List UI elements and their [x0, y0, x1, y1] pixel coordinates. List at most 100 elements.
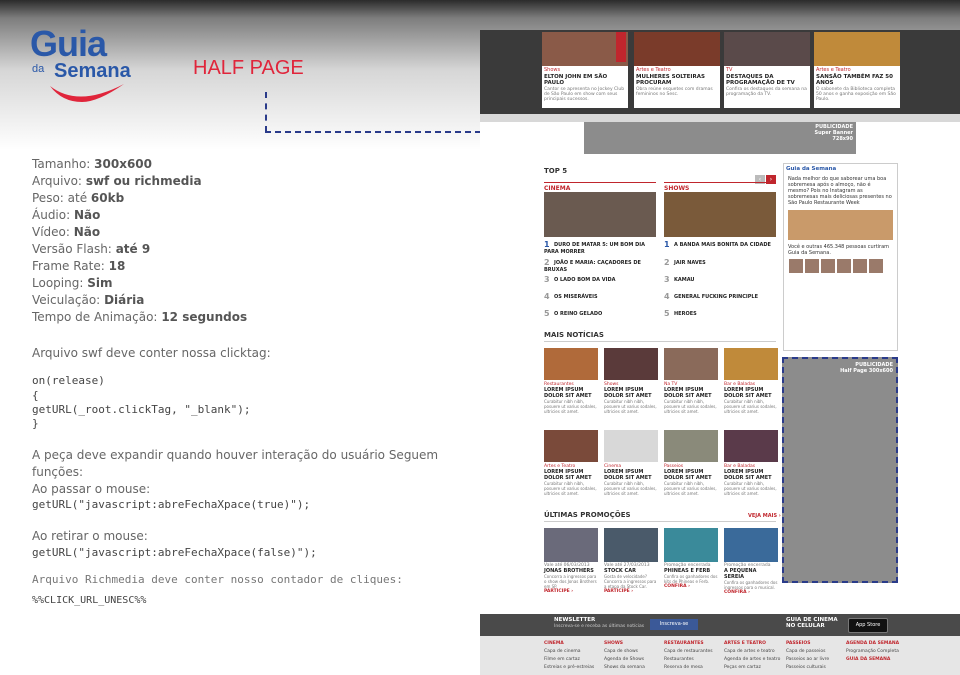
promo-headline: A PEQUENA SEREIA [724, 568, 757, 580]
spec-animation-time: Tempo de Animação: 12 segundos [32, 310, 248, 324]
cinema-rank-item[interactable]: 2 JOÃO E MARIA: CAÇADORES DE BRUXAS [544, 258, 656, 273]
promo-cta[interactable]: PARTICIPE › [604, 589, 658, 594]
news-body: Curabitur nibh nibh, posuere ut varius s… [664, 399, 717, 414]
expand-out-code: getURL("javascript:abreFechaXpace(false)… [32, 546, 317, 559]
news-card[interactable]: Shows LOREM IPSUM DOLOR SIT AMET Curabitur… [604, 348, 658, 414]
promo-card[interactable]: Vale até 06/03/2013 JONAS BROTHERS Concorr… [544, 528, 598, 594]
newsletter-title: NEWSLETTER [554, 617, 596, 623]
spec-size: Tamanho: 300x600 [32, 157, 153, 171]
top-card-category: Artes e Teatro [636, 67, 671, 73]
footer-column: CINEMA Capa de cinema Filme em cartaz Estre… [544, 641, 595, 670]
promo-body: Confira os ganhadores dos kits de Phinea… [664, 574, 718, 584]
expand-text: A peça deve expandir quando houver inter… [32, 448, 439, 462]
promo-card[interactable]: Promoção encerrada A PEQUENA SEREIA Confir… [724, 528, 778, 595]
news-card[interactable]: Bar e Baladas LOREM IPSUM DOLOR SIT AMET C… [724, 430, 778, 496]
cinema-rank-item[interactable]: 3O LADO BOM DA VIDA [544, 275, 656, 284]
promo-photo [604, 528, 658, 562]
top-card-body: O sabonete da Biblioteca completa 50 ano… [816, 87, 896, 102]
logo-da: da [32, 63, 45, 75]
promo-photo [724, 528, 778, 562]
news-headline: LOREM IPSUM DOLOR SIT AMET [604, 387, 652, 399]
app-store-badge[interactable]: App Store [848, 618, 888, 633]
fb-widget-post: Nada melhor do que saborear uma boa sobr… [788, 176, 892, 206]
connector-line [265, 92, 267, 132]
top-card-category: Artes e Teatro [816, 67, 851, 73]
top5-arrows[interactable]: ‹ › [754, 166, 776, 184]
footer-column: RESTAURANTES Capa de restaurantes Restaura… [664, 641, 713, 670]
newsletter-subtitle: Inscreva-se e receba as últimas notícias [554, 624, 645, 629]
news-headline: LOREM IPSUM DOLOR SIT AMET [544, 387, 592, 399]
share-icons[interactable] [616, 32, 626, 62]
cinema-rank-item[interactable]: 4 OS MISERÁVEIS [544, 292, 656, 301]
news-photo [604, 348, 658, 380]
promo-body: Concorra a ingressos para o show dos Jon… [544, 574, 597, 589]
code-line: } [32, 417, 39, 430]
top-card-photo [634, 32, 720, 66]
top-card-headline: SANSÃO TAMBÉM FAZ 50 ANOS [816, 74, 893, 86]
shows-rank-item[interactable]: 4 GENERAL FUCKING PRINCIPLE [664, 292, 776, 301]
shows-photo [664, 192, 776, 237]
news-body: Curabitur nibh nibh, posuere ut varius s… [604, 399, 657, 414]
shows-rank-item[interactable]: 1A BANDA MAIS BONITA DA CIDADE [664, 240, 776, 249]
news-body: Curabitur nibh nibh, posuere ut varius s… [544, 481, 597, 496]
facebook-widget[interactable]: Guia da Semana Nada melhor do que sabore… [783, 163, 898, 351]
news-photo [724, 430, 778, 462]
news-body: Curabitur nibh nibh, posuere ut varius s… [604, 481, 657, 496]
top-card[interactable]: TV DESTAQUES DA PROGRAMAÇÃO DE TV Confir… [724, 32, 810, 108]
spec-looping: Looping: Sim [32, 276, 113, 290]
site-mockup: Shows ELTON JOHN EM SÃO PAULO Cantor se … [480, 30, 960, 675]
promo-cta[interactable]: PARTICIPE › [544, 589, 598, 594]
news-photo [724, 348, 778, 380]
top-card-body: Confira os destaques da semana na progra… [726, 87, 807, 97]
top-card-category: Shows [544, 67, 561, 73]
footer-column: AGENDA DA SEMANA Programação Completa GUIA… [846, 641, 900, 662]
code-line: on(release) [32, 374, 105, 387]
guia-celular-title: GUIA DE CINEMA NO CELULAR [786, 617, 838, 629]
spec-weight: Peso: até 60kb [32, 191, 125, 205]
top5-cinema-heading: CINEMA [544, 182, 656, 192]
top-card-body: Obra reúne esquetes com dramas femininos… [636, 87, 713, 97]
top-card[interactable]: Artes e Teatro SANSÃO TAMBÉM FAZ 50 ANOS… [814, 32, 900, 108]
newsletter-subscribe-button[interactable]: Inscreva-se [650, 619, 698, 630]
news-headline: LOREM IPSUM DOLOR SIT AMET [724, 469, 772, 481]
news-card[interactable]: Na TV LOREM IPSUM DOLOR SIT AMET Curabitur… [664, 348, 718, 414]
top-card-headline: ELTON JOHN EM SÃO PAULO [544, 74, 608, 86]
news-photo [664, 430, 718, 462]
top-card-headline: DESTAQUES DA PROGRAMAÇÃO DE TV [726, 74, 795, 86]
news-photo [544, 430, 598, 462]
news-body: Curabitur nibh nibh, posuere ut varius s… [724, 481, 777, 496]
shows-rank-item[interactable]: 5 HEROES [664, 309, 776, 318]
spec-flash-version: Versão Flash: até 9 [32, 242, 151, 256]
shows-rank-item[interactable]: 3 KAMAU [664, 275, 776, 284]
promo-card[interactable]: Vale até 27/03/2013 STOCK CAR Gosta de vel… [604, 528, 658, 594]
promo-cta[interactable]: CONFIRA › [724, 590, 778, 595]
news-card[interactable]: Bar e Baladas LOREM IPSUM DOLOR SIT AMET C… [724, 348, 778, 414]
shows-rank-item[interactable]: 2 JAIR NAVES [664, 258, 776, 267]
cinema-rank-item[interactable]: 5O REINO GELADO [544, 309, 656, 318]
fb-faces [784, 258, 897, 278]
footer-column: SHOWS Capa de shows Agenda de Shows Shows d… [604, 641, 645, 670]
news-card[interactable]: Artes e Teatro LOREM IPSUM DOLOR SIT AMET… [544, 430, 598, 496]
promo-photo [544, 528, 598, 562]
expand-hover-code: getURL("javascript:abreFechaXpace(true)"… [32, 498, 311, 511]
spec-veiculacao: Veiculação: Diária [32, 293, 145, 307]
cinema-photo [544, 192, 656, 237]
clicktag-intro: Arquivo swf deve conter nossa clicktag: [32, 346, 271, 360]
top-card[interactable]: Artes e Teatro MULHERES SOLTEIRAS PROCUR… [634, 32, 720, 108]
promo-card[interactable]: Promoção encerrada PHINEAS E FERB Confira … [664, 528, 718, 589]
promo-cta[interactable]: CONFIRA › [664, 584, 718, 589]
cinema-rank-item[interactable]: 1 DURO DE MATAR 5: UM BOM DIA PARA MORRER [544, 240, 656, 255]
top-card-category: TV [726, 67, 733, 73]
news-card[interactable]: Restaurantes LOREM IPSUM DOLOR SIT AMET Cu… [544, 348, 598, 414]
news-card[interactable]: Passeios LOREM IPSUM DOLOR SIT AMET Curabi… [664, 430, 718, 496]
code-line: getURL(_root.clickTag, "_blank"); [32, 403, 251, 416]
top-card-photo [814, 32, 900, 66]
expand-text: funções: [32, 465, 84, 479]
news-headline: LOREM IPSUM DOLOR SIT AMET [664, 387, 712, 399]
news-body: Curabitur nibh nibh, posuere ut varius s… [544, 399, 597, 414]
mockup-divider [480, 114, 960, 122]
fb-widget-footer: Você e outras 465.348 pessoas curtiram G… [788, 244, 890, 256]
veja-mais-link[interactable]: VEJA MAIS › [748, 513, 781, 519]
news-headline: LOREM IPSUM DOLOR SIT AMET [604, 469, 652, 481]
news-card[interactable]: Cinema LOREM IPSUM DOLOR SIT AMET Curabitu… [604, 430, 658, 496]
